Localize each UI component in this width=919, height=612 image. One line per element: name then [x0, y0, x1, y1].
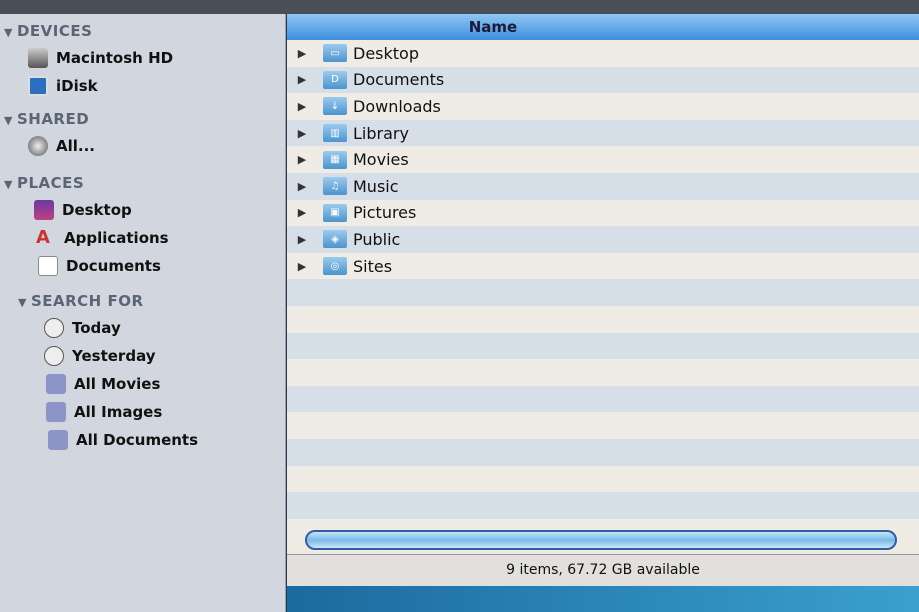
file-name: Movies: [353, 150, 409, 170]
file-row[interactable]: ▶ ▭ Desktop: [287, 40, 919, 67]
file-name: Desktop: [353, 43, 419, 63]
disclosure-triangle-icon[interactable]: ▶: [287, 153, 317, 166]
disclosure-triangle-icon[interactable]: ▶: [287, 127, 317, 140]
clock-icon: [44, 318, 64, 338]
smart-folder-icon: [48, 430, 68, 450]
empty-row: [287, 465, 919, 493]
empty-row: [287, 492, 919, 519]
file-name: Sites: [353, 256, 393, 276]
file-row[interactable]: ▶ ◈ Public: [287, 226, 919, 253]
sidebar-item-all-movies[interactable]: All Movies: [0, 370, 285, 398]
empty-row: [287, 412, 919, 439]
folder-icon: D: [323, 70, 347, 89]
disclosure-triangle-icon[interactable]: ▼: [4, 114, 13, 127]
disclosure-triangle-icon[interactable]: ▶: [287, 73, 317, 86]
sidebar-item-all-images[interactable]: All Images: [0, 398, 285, 426]
horizontal-scrollbar[interactable]: [305, 530, 897, 550]
sidebar-item-idisk[interactable]: iDisk: [0, 72, 285, 100]
sidebar-item-yesterday[interactable]: Yesterday: [0, 342, 285, 370]
disclosure-triangle-icon[interactable]: ▶: [287, 180, 317, 193]
applications-icon: A: [36, 227, 50, 248]
section-search-for[interactable]: ▼ SEARCH FOR: [0, 288, 285, 314]
file-name: Pictures: [353, 203, 417, 223]
column-header-name[interactable]: Name: [287, 14, 919, 40]
file-list: ▶ ▭ Desktop ▶ D Documents ▶ ↓ Downloads ▶ ▥ Library…: [287, 40, 919, 546]
folder-icon: ▭: [323, 44, 347, 63]
empty-row: [287, 332, 919, 360]
file-row[interactable]: ▶ ↓ Downloads: [287, 93, 919, 120]
sidebar-item-all-documents[interactable]: All Documents: [0, 426, 285, 454]
file-row[interactable]: ▶ ▥ Library: [287, 119, 919, 147]
folder-icon: ▥: [323, 124, 347, 143]
file-name: Public: [353, 229, 401, 249]
network-globe-icon: [28, 136, 48, 156]
empty-row: [287, 359, 919, 386]
disclosure-triangle-icon[interactable]: ▶: [287, 47, 317, 60]
empty-row: [287, 438, 919, 466]
file-row[interactable]: ▶ ▣ Pictures: [287, 199, 919, 227]
folder-icon: ♫: [323, 177, 347, 196]
sidebar-item-applications[interactable]: A Applications: [0, 224, 285, 252]
status-bar: 9 items, 67.72 GB available: [287, 554, 919, 586]
sidebar-item-macintosh-hd[interactable]: Macintosh HD: [0, 44, 285, 72]
clock-icon: [44, 346, 64, 366]
folder-icon: ▣: [323, 203, 347, 222]
disclosure-triangle-icon[interactable]: ▼: [4, 26, 13, 39]
window-title-bar: [0, 0, 919, 14]
sidebar-item-all[interactable]: All...: [0, 132, 285, 160]
document-icon: [38, 256, 58, 276]
empty-row: [287, 279, 919, 306]
empty-row: [287, 385, 919, 413]
sidebar-item-desktop[interactable]: Desktop: [0, 196, 285, 224]
disclosure-triangle-icon[interactable]: ▼: [4, 178, 13, 191]
file-list-pane: Name ▶ ▭ Desktop ▶ D Documents ▶ ↓ Downloads ▶ ▥ Li…: [287, 14, 919, 612]
file-name: Library: [353, 123, 409, 143]
disclosure-triangle-icon[interactable]: ▶: [287, 100, 317, 113]
sidebar-item-today[interactable]: Today: [0, 314, 285, 342]
desktop-background: [287, 586, 919, 612]
disclosure-triangle-icon[interactable]: ▶: [287, 260, 317, 273]
section-devices[interactable]: ▼ DEVICES: [0, 18, 285, 44]
file-row[interactable]: ▶ ◎ Sites: [287, 252, 919, 280]
sidebar-item-documents[interactable]: Documents: [0, 252, 285, 280]
file-name: Documents: [353, 70, 445, 90]
hard-drive-icon: [28, 48, 48, 68]
smart-folder-icon: [46, 374, 66, 394]
file-name: Downloads: [353, 96, 441, 116]
section-shared[interactable]: ▼ SHARED: [0, 106, 285, 132]
file-row[interactable]: ▶ D Documents: [287, 66, 919, 94]
disclosure-triangle-icon[interactable]: ▶: [287, 206, 317, 219]
folder-icon: ◈: [323, 230, 347, 249]
idisk-icon: [28, 76, 48, 96]
empty-row: [287, 305, 919, 333]
file-row[interactable]: ▶ ♫ Music: [287, 172, 919, 200]
desktop-icon: [34, 200, 54, 220]
file-row[interactable]: ▶ ▦ Movies: [287, 146, 919, 173]
file-name: Music: [353, 176, 399, 196]
folder-icon: ◎: [323, 257, 347, 276]
disclosure-triangle-icon[interactable]: ▼: [18, 296, 27, 309]
section-places[interactable]: ▼ PLACES: [0, 170, 285, 196]
folder-icon: ▦: [323, 150, 347, 169]
folder-icon: ↓: [323, 97, 347, 116]
smart-folder-icon: [46, 402, 66, 422]
sidebar: ▼ DEVICES Macintosh HD iDisk ▼ SHARED All.…: [0, 14, 286, 612]
disclosure-triangle-icon[interactable]: ▶: [287, 233, 317, 246]
